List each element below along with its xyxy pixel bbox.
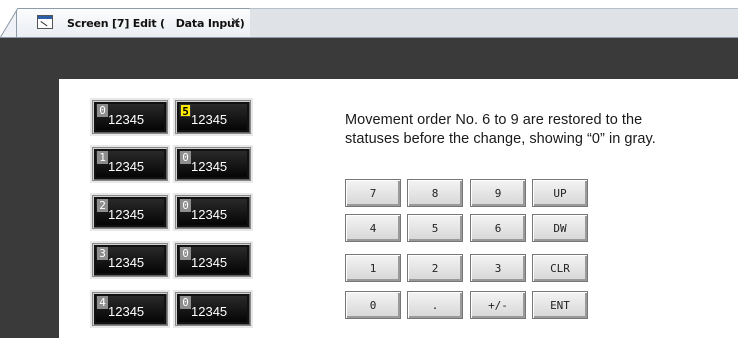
order-badge: 0 [180,151,191,164]
key-5[interactable]: 5 [407,214,463,242]
description-line-2: statuses before the change, showing “0” … [345,131,656,147]
key-up[interactable]: UP [532,179,588,207]
key-sign[interactable]: +/- [470,291,526,319]
key-decimal[interactable]: . [407,291,463,319]
cell-value: 12345 [108,159,145,174]
key-8[interactable]: 8 [407,179,463,207]
data-display-cell[interactable]: 1 12345 [92,147,168,181]
data-display-cell[interactable]: 0 12345 [92,100,168,134]
order-badge: 0 [97,104,108,117]
close-icon[interactable]: × [230,15,241,30]
cell-value: 12345 [191,112,228,127]
tab-screen-edit[interactable]: Screen [7] Edit ( Data Input) × [16,8,252,39]
cell-value: 12345 [108,255,145,270]
order-badge: 0 [180,199,191,212]
order-badge-active: 5 [180,104,191,118]
key-dw[interactable]: DW [532,214,588,242]
key-ent[interactable]: ENT [532,291,588,319]
cell-value: 12345 [191,255,228,270]
key-6[interactable]: 6 [470,214,526,242]
key-3[interactable]: 3 [470,254,526,282]
key-4[interactable]: 4 [345,214,401,242]
description-line-1: Movement order No. 6 to 9 are restored t… [345,112,643,128]
order-badge: 2 [97,199,108,212]
cell-value: 12345 [191,207,228,222]
tab-bar: Screen [7] Edit ( Data Input) × [0,0,738,39]
key-9[interactable]: 9 [470,179,526,207]
data-display-cell[interactable]: 5 12345 [175,100,251,134]
data-display-cell[interactable]: 0 12345 [175,243,251,277]
key-clr[interactable]: CLR [532,254,588,282]
tab-title: Screen [7] Edit ( Data Input) [67,17,245,30]
data-display-cell[interactable]: 0 12345 [175,147,251,181]
order-badge: 0 [180,296,191,309]
order-badge: 4 [97,296,108,309]
cell-value: 12345 [108,112,145,127]
data-display-cell[interactable]: 4 12345 [92,292,168,326]
cell-value: 12345 [191,159,228,174]
description-text: Movement order No. 6 to 9 are restored t… [345,111,738,149]
tab-strip-empty [250,8,738,38]
cell-value: 12345 [191,304,228,319]
order-badge: 0 [180,247,191,260]
screen-icon [37,15,53,29]
data-display-cell[interactable]: 0 12345 [175,292,251,326]
key-2[interactable]: 2 [407,254,463,282]
data-display-cell[interactable]: 0 12345 [175,195,251,229]
order-badge: 1 [97,151,108,164]
key-7[interactable]: 7 [345,179,401,207]
data-display-cell[interactable]: 3 12345 [92,243,168,277]
data-display-cell[interactable]: 2 12345 [92,195,168,229]
key-1[interactable]: 1 [345,254,401,282]
key-0[interactable]: 0 [345,291,401,319]
cell-value: 12345 [108,304,145,319]
order-badge: 3 [97,247,108,260]
cell-value: 12345 [108,207,145,222]
